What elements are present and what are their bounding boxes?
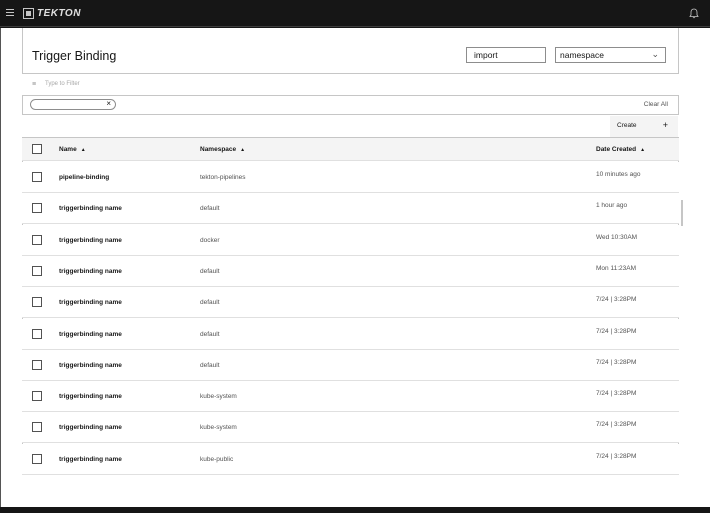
table-row[interactable]: triggerbinding name kube-system 7/24 | 3:2… [22,412,679,443]
row-checkbox[interactable] [32,172,42,182]
row-checkbox[interactable] [32,329,42,339]
table-row[interactable]: triggerbinding name kube-system 7/24 | 3:2… [22,381,679,412]
clear-all-link[interactable]: Clear All [644,101,668,108]
row-name[interactable]: triggerbinding name [59,424,122,431]
chevron-down-icon: ⌄ [651,49,659,59]
filter-tags-row: × Clear All [22,97,679,113]
row-namespace: default [200,362,220,369]
row-name[interactable]: triggerbinding name [59,393,122,400]
create-label: Create [617,122,637,129]
column-header-namespace[interactable]: Namespace ▲ [200,146,245,153]
logo-text: TEKTON [37,8,81,19]
filter-tag[interactable]: × [30,99,116,110]
namespace-value: namespace [560,50,604,60]
row-date-created: Wed 10:30AM [596,234,638,241]
table-row[interactable]: triggerbinding name default 1 hour ago [22,193,679,224]
row-checkbox[interactable] [32,422,42,432]
row-date-created: 7/24 | 3:28PM [596,359,637,366]
row-date-created: 7/24 | 3:28PM [596,328,637,335]
row-name[interactable]: pipeline-binding [59,174,109,181]
create-button[interactable]: Create + [610,116,678,137]
row-namespace: default [200,331,220,338]
filter-icon[interactable]: ≡ [32,81,36,88]
scrollbar-thumb[interactable] [681,200,683,226]
row-name[interactable]: triggerbinding name [59,456,122,463]
row-name[interactable]: triggerbinding name [59,331,122,338]
row-date-created: 7/24 | 3:28PM [596,421,637,428]
close-icon[interactable]: × [106,99,111,108]
row-name[interactable]: triggerbinding name [59,237,122,244]
table-row[interactable]: pipeline-binding tekton-pipelines 10 minut… [22,162,679,193]
row-date-created: 10 minutes ago [596,171,641,178]
row-name[interactable]: triggerbinding name [59,299,122,306]
row-checkbox[interactable] [32,391,42,401]
row-checkbox[interactable] [32,235,42,245]
import-button[interactable]: import [466,47,546,63]
table-row[interactable]: triggerbinding name default 7/24 | 3:28PM [22,287,679,318]
column-header-name[interactable]: Name ▲ [59,146,86,153]
row-checkbox[interactable] [32,297,42,307]
row-namespace: kube-system [200,424,237,431]
row-namespace: tekton-pipelines [200,174,246,181]
row-checkbox[interactable] [32,360,42,370]
sort-arrow-icon: ▲ [80,147,86,153]
filter-bar[interactable]: ≡ Type to Filter [22,73,679,96]
select-all-checkbox[interactable] [32,144,42,154]
row-name[interactable]: triggerbinding name [59,362,122,369]
table-row[interactable]: triggerbinding name kube-public 7/24 | 3:2… [22,444,679,475]
page-title: Trigger Binding [32,49,117,63]
add-icon: + [662,120,668,130]
table-row[interactable]: triggerbinding name docker Wed 10:30AM [22,225,679,256]
row-date-created: Mon 11:23AM [596,265,636,272]
filter-input[interactable]: Type to Filter [45,81,80,87]
row-date-created: 7/24 | 3:28PM [596,453,637,460]
row-name[interactable]: triggerbinding name [59,268,122,275]
row-name[interactable]: triggerbinding name [59,205,122,212]
row-checkbox[interactable] [32,266,42,276]
row-checkbox[interactable] [32,203,42,213]
sort-arrow-icon: ▲ [640,147,646,153]
row-date-created: 1 hour ago [596,202,628,209]
row-date-created: 7/24 | 3:28PM [596,390,637,397]
bell-icon[interactable] [689,8,699,22]
tekton-logo-icon [23,8,34,19]
namespace-dropdown[interactable]: namespace ⌄ [555,47,666,63]
table-row[interactable]: triggerbinding name default 7/24 | 3:28PM [22,350,679,381]
row-namespace: kube-system [200,393,237,400]
left-divider [0,28,1,507]
hamburger-icon[interactable] [6,7,18,19]
table-row[interactable]: triggerbinding name default 7/24 | 3:28PM [22,319,679,350]
table-row[interactable]: triggerbinding name default Mon 11:23AM [22,256,679,287]
top-bar: TEKTON [0,0,710,27]
row-namespace: kube-public [200,456,234,463]
table-header: Name ▲ Namespace ▲ Date Created ▲ [22,138,679,161]
column-header-date-created[interactable]: Date Created ▲ [596,146,645,153]
row-namespace: docker [200,237,220,244]
table-toolbar: Create + [22,114,679,138]
row-checkbox[interactable] [32,454,42,464]
row-date-created: 7/24 | 3:28PM [596,296,637,303]
row-namespace: default [200,299,220,306]
row-namespace: default [200,205,220,212]
row-namespace: default [200,268,220,275]
sort-arrow-icon: ▲ [240,147,246,153]
tekton-logo[interactable]: TEKTON [23,8,81,19]
